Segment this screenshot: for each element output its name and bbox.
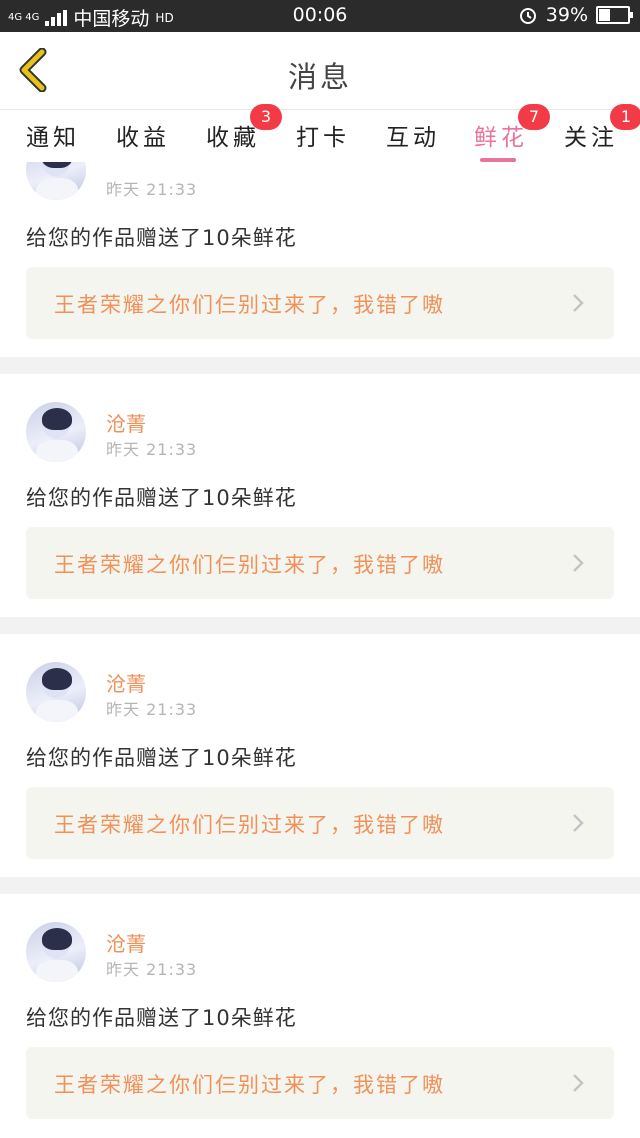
tab-label: 打卡 (296, 125, 350, 151)
nav-bar: 消息 (0, 32, 640, 110)
avatar[interactable] (26, 662, 86, 722)
work-title: 王者荣耀之你们仨别过来了，我错了嗷 (54, 1073, 445, 1097)
work-link[interactable]: 王者荣耀之你们仨别过来了，我错了嗷 (26, 527, 614, 599)
work-link[interactable]: 王者荣耀之你们仨别过来了，我错了嗷 (26, 1047, 614, 1119)
tab-label: 收益 (116, 125, 170, 151)
message-time: 昨天 21:33 (106, 960, 198, 979)
tab-bar: 通知 收益 收藏 3 打卡 互动 鲜花 7 关注 1 (0, 104, 640, 162)
chevron-right-icon (573, 1074, 584, 1092)
message-card: 沧菁 昨天 21:33 给您的作品赠送了10朵鲜花 王者荣耀之你们仨别过来了，我… (0, 894, 640, 1138)
message-time: 昨天 21:33 (106, 180, 198, 199)
battery-icon (596, 6, 633, 24)
message-text: 给您的作品赠送了10朵鲜花 (26, 226, 297, 250)
work-title: 王者荣耀之你们仨别过来了，我错了嗷 (54, 553, 445, 577)
tab-flowers[interactable]: 鲜花 7 (474, 104, 550, 162)
tab-favorites[interactable]: 收藏 3 (206, 104, 282, 152)
chevron-right-icon (573, 294, 584, 312)
unread-badge: 3 (250, 104, 282, 130)
avatar[interactable] (26, 402, 86, 462)
tab-label: 关注 (564, 125, 618, 151)
tab-checkin[interactable]: 打卡 (296, 118, 350, 152)
sender-name[interactable]: 沧菁 (106, 408, 146, 437)
tab-label: 通知 (26, 125, 80, 151)
status-bar: 4G 4G 中国移动 HD 00:06 39% (0, 0, 640, 32)
chevron-right-icon (573, 554, 584, 572)
page-title: 消息 (287, 60, 352, 94)
message-text: 给您的作品赠送了10朵鲜花 (26, 486, 297, 510)
tab-label: 收藏 (206, 125, 260, 151)
tab-interaction[interactable]: 互动 (386, 118, 440, 152)
message-card: 沧菁 昨天 21:33 给您的作品赠送了10朵鲜花 王者荣耀之你们仨别过来了，我… (0, 634, 640, 877)
status-right: 39% (518, 4, 633, 26)
tab-notification[interactable]: 通知 (26, 118, 80, 152)
unread-badge: 7 (518, 104, 550, 130)
message-time: 昨天 21:33 (106, 700, 198, 719)
battery-percent: 39% (545, 4, 588, 26)
message-card: 沧菁 昨天 21:33 给您的作品赠送了10朵鲜花 王者荣耀之你们仨别过来了，我… (0, 374, 640, 617)
avatar[interactable] (26, 922, 86, 982)
message-text: 给您的作品赠送了10朵鲜花 (26, 1006, 297, 1030)
tab-label: 鲜花 (474, 125, 528, 151)
alarm-icon (519, 8, 536, 24)
avatar[interactable] (26, 162, 86, 200)
tab-earnings[interactable]: 收益 (116, 118, 170, 152)
message-text: 给您的作品赠送了10朵鲜花 (26, 746, 297, 770)
unread-badge: 1 (610, 104, 640, 130)
battery-fill (599, 9, 610, 21)
work-link[interactable]: 王者荣耀之你们仨别过来了，我错了嗷 (26, 267, 614, 339)
sender-name[interactable]: 沧菁 (106, 668, 146, 697)
message-time: 昨天 21:33 (106, 440, 198, 459)
chevron-right-icon (573, 814, 584, 832)
work-title: 王者荣耀之你们仨别过来了，我错了嗷 (54, 813, 445, 837)
message-list[interactable]: 昨天 21:33 给您的作品赠送了10朵鲜花 王者荣耀之你们仨别过来了，我错了嗷… (0, 162, 640, 1138)
sender-name[interactable]: 沧菁 (106, 928, 146, 957)
message-card: 昨天 21:33 给您的作品赠送了10朵鲜花 王者荣耀之你们仨别过来了，我错了嗷 (0, 162, 640, 357)
tab-label: 互动 (386, 125, 440, 151)
work-link[interactable]: 王者荣耀之你们仨别过来了，我错了嗷 (26, 787, 614, 859)
tab-follow[interactable]: 关注 1 (564, 104, 640, 152)
work-title: 王者荣耀之你们仨别过来了，我错了嗷 (54, 293, 445, 317)
